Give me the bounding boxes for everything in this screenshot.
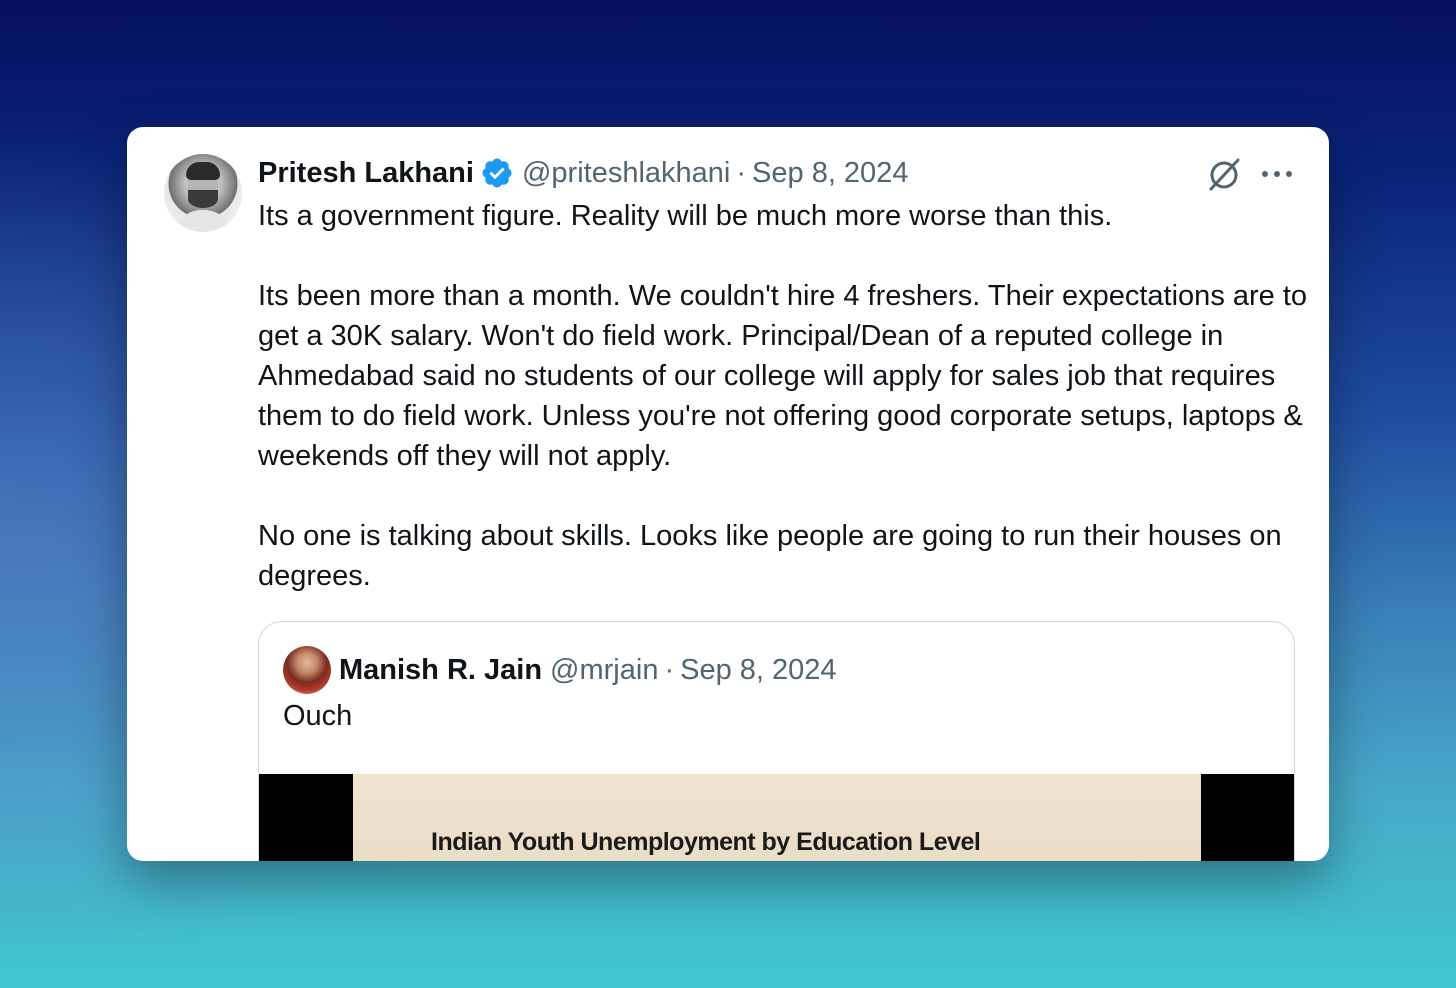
- tweet-body: Its a government figure. Reality will be…: [258, 196, 1308, 636]
- tweet-paragraph: Its been more than a month. We couldn't …: [258, 280, 1308, 472]
- quoted-author-avatar[interactable]: [283, 646, 331, 694]
- quoted-author-handle: @mrjain: [550, 653, 659, 686]
- tweet-header: Pritesh Lakhani @priteshlakhani · Sep 8,…: [258, 153, 908, 193]
- more-options-icon[interactable]: [1257, 157, 1297, 191]
- media-image: Indian Youth Unemployment by Education L…: [353, 774, 1201, 861]
- separator-dot: ·: [736, 156, 747, 189]
- avatar-beard: [188, 190, 218, 208]
- media-image-title: Indian Youth Unemployment by Education L…: [431, 828, 981, 856]
- tweet-card[interactable]: Pritesh Lakhani @priteshlakhani · Sep 8,…: [127, 127, 1329, 861]
- quoted-tweet-media[interactable]: Indian Youth Unemployment by Education L…: [259, 774, 1294, 861]
- quoted-tweet-header: Manish R. Jain @mrjain · Sep 8, 2024: [339, 650, 837, 690]
- avatar-hair: [186, 162, 220, 180]
- tweet-date[interactable]: Sep 8, 2024: [752, 157, 908, 190]
- verified-badge-icon: [480, 156, 514, 190]
- tweet-paragraph: Its a government figure. Reality will be…: [258, 200, 1113, 232]
- tweet-paragraph: No one is talking about skills. Looks li…: [258, 520, 1282, 592]
- quoted-tweet[interactable]: Manish R. Jain @mrjain · Sep 8, 2024 Ouc…: [258, 621, 1295, 861]
- grok-icon[interactable]: [1205, 155, 1243, 193]
- author-handle[interactable]: @priteshlakhani: [522, 157, 730, 190]
- quoted-tweet-text: Ouch: [283, 700, 353, 732]
- separator-dot: ·: [664, 653, 675, 686]
- quoted-author-name: Manish R. Jain: [339, 653, 543, 686]
- avatar-shirt: [172, 210, 234, 232]
- author-name[interactable]: Pritesh Lakhani: [258, 157, 474, 190]
- quoted-tweet-date: Sep 8, 2024: [680, 653, 837, 686]
- author-avatar[interactable]: [164, 154, 242, 232]
